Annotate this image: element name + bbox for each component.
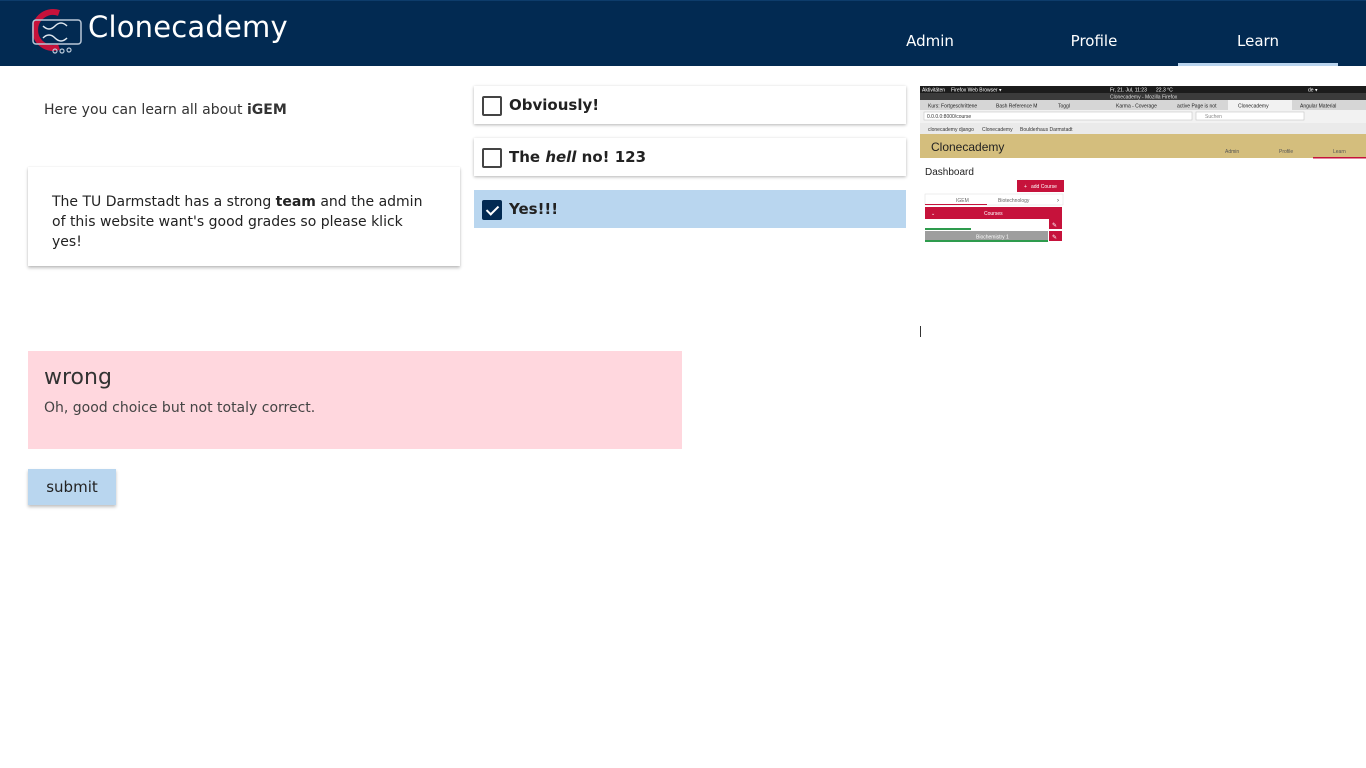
question-image: Aktivitäten Firefox Web Browser ▾ Fr, 21… <box>920 86 1366 246</box>
answer-option-1[interactable]: Obviously! <box>474 86 906 124</box>
shot-bookmark-1: Clonecademy <box>982 127 1013 133</box>
answer-label: The hell no! 123 <box>509 148 646 166</box>
brand-title[interactable]: Clonecademy <box>88 10 288 44</box>
checked-checkbox-icon[interactable] <box>482 200 502 220</box>
feedback-box: wrong Oh, good choice but not totaly cor… <box>28 351 682 449</box>
shot-weather: 22.3 °C <box>1156 88 1173 94</box>
shot-app: Firefox Web Browser ▾ <box>951 88 1002 94</box>
svg-text:✎: ✎ <box>1052 222 1057 229</box>
answer-label: Obviously! <box>509 96 600 114</box>
clonecademy-logo-icon[interactable] <box>29 7 83 55</box>
checkbox-icon[interactable] <box>482 96 502 116</box>
answer-label-post: no! 123 <box>576 148 647 166</box>
top-navbar: Clonecademy Admin Profile Learn <box>0 0 1366 66</box>
tab-profile[interactable]: Profile <box>1014 1 1174 65</box>
shot-search: Suchen <box>1205 114 1222 120</box>
shot-app-tab-0: Admin <box>1225 149 1239 155</box>
shot-tab-2: Toggl <box>1058 104 1070 110</box>
answer-label-em: hell <box>545 148 577 166</box>
svg-text:⌄: ⌄ <box>931 211 935 217</box>
answer-option-2[interactable]: The hell no! 123 <box>474 138 906 176</box>
shot-tab-5: Clonecademy <box>1238 104 1269 110</box>
shot-activities: Aktivitäten <box>922 88 945 94</box>
shot-add-course: add Course <box>1031 184 1057 190</box>
shot-dashboard: Dashboard <box>925 167 974 178</box>
intro-text: Here you can learn all about iGEM <box>44 102 287 118</box>
shot-tab-6: Angular Material <box>1300 104 1336 110</box>
feedback-text: Oh, good choice but not totaly correct. <box>44 400 316 416</box>
tab-admin[interactable]: Admin <box>850 1 1010 65</box>
shot-bookmark-2: Boulderhaus Darmstadt <box>1020 127 1073 133</box>
svg-text:+: + <box>1024 184 1027 190</box>
question-card: The TU Darmstadt has a strong team and t… <box>28 167 460 266</box>
shot-tab-4: active Page is not <box>1177 104 1217 110</box>
svg-text:›: › <box>1057 198 1059 204</box>
shot-app-tab-2: Learn <box>1333 149 1346 155</box>
shot-bookmark-0: clonecademy django <box>928 127 974 133</box>
shot-lang: de ▾ <box>1308 88 1318 94</box>
answer-label: Yes!!! <box>509 200 559 218</box>
svg-text:✎: ✎ <box>1052 234 1057 241</box>
checkbox-icon[interactable] <box>482 148 502 168</box>
text-cursor <box>920 326 921 337</box>
shot-app-brand: Clonecademy <box>931 140 1004 154</box>
shot-tab-0: Kurs: Fortgeschrittene <box>928 104 977 110</box>
answer-option-3[interactable]: Yes!!! <box>474 190 906 228</box>
intro-prefix: Here you can learn all about <box>44 102 247 118</box>
shot-cat-1: Biotechnology <box>998 198 1030 204</box>
intro-topic: iGEM <box>247 102 287 118</box>
shot-url: 0.0.0.0:8000/course <box>927 114 971 120</box>
shot-courses: Courses <box>984 211 1003 217</box>
shot-window-title: Clonecademy - Mozilla Firefox <box>1110 95 1178 101</box>
answer-label-pre: The <box>509 148 546 166</box>
shot-course-item: Biochemistry 1 <box>976 235 1009 241</box>
shot-clock: Fr, 21. Jul, 11:23 <box>1110 88 1147 94</box>
question-bold: team <box>275 194 316 210</box>
shot-tab-3: Karma - Coverage <box>1116 104 1157 110</box>
shot-app-tab-1: Profile <box>1279 149 1293 155</box>
shot-cat-0: IGEM <box>956 198 969 204</box>
submit-button[interactable]: submit <box>28 469 116 505</box>
feedback-title: wrong <box>44 365 112 390</box>
shot-tab-1: Bash Reference M <box>996 104 1037 110</box>
question-text-1: The TU Darmstadt has a strong <box>52 194 276 210</box>
tab-learn[interactable]: Learn <box>1178 1 1338 66</box>
